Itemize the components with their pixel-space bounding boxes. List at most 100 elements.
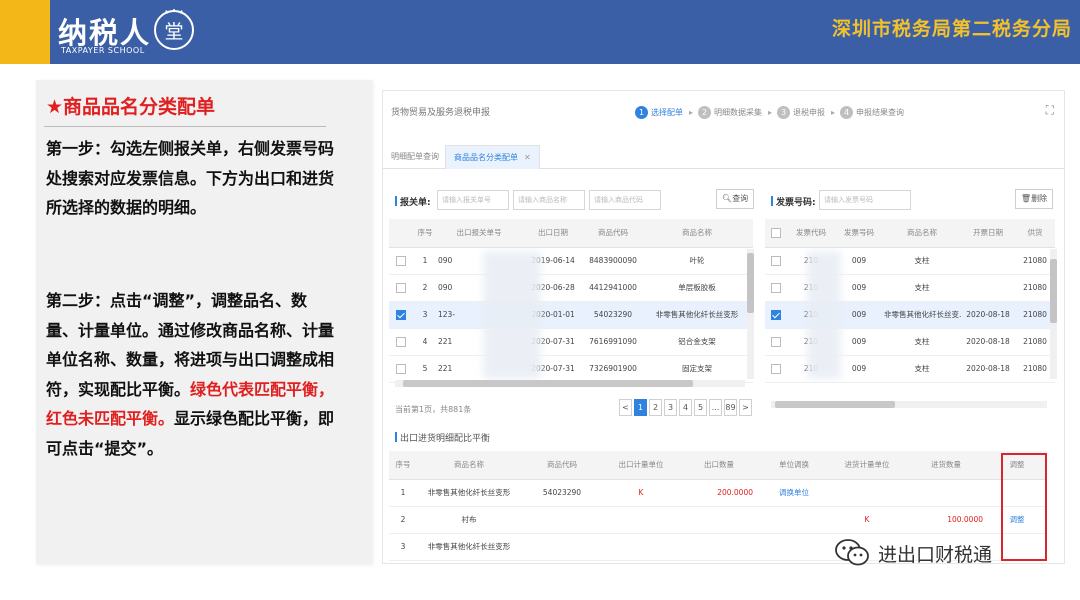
table-row[interactable]: 2 090 2020-06-28 4412941000 单层板胶板 <box>389 274 753 302</box>
tab-detail-query[interactable]: 明细配单查询 <box>383 145 447 169</box>
delete-button[interactable]: 🗑︎删除 <box>1015 189 1053 209</box>
step-label[interactable]: 申报结果查询 <box>856 107 904 118</box>
cell-no: 009 <box>835 355 883 383</box>
tab-product-category[interactable]: 商品品名分类配单 ✕ <box>445 145 540 169</box>
invoice-number-input[interactable]: 请输入发票号码 <box>819 190 911 210</box>
cell-name: 非零售其他化纤长丝变形 <box>641 301 753 329</box>
column-header[interactable]: 商品名称 <box>641 219 753 248</box>
column-header[interactable]: 开票日期 <box>961 219 1015 248</box>
cell-name: 叶轮 <box>641 247 753 275</box>
cell-date: 2020-08-18 <box>961 328 1015 356</box>
column-header: 序号 <box>389 451 417 480</box>
query-label: 查询 <box>732 194 749 203</box>
table-row[interactable]: 1 090 2019-06-14 8483900090 叶轮 <box>389 247 753 275</box>
cell-unit <box>603 506 679 534</box>
swap-unit-link[interactable] <box>759 533 829 561</box>
swap-unit-link[interactable] <box>759 506 829 534</box>
scrollbar-thumb[interactable] <box>747 253 754 313</box>
vertical-scrollbar[interactable] <box>1050 249 1057 379</box>
logo-seal-char: 堂 <box>164 21 183 43</box>
customs-number-input[interactable]: 请输入报关单号 <box>437 190 509 210</box>
scrollbar-thumb[interactable] <box>1050 259 1057 323</box>
row-checkbox[interactable] <box>771 336 781 347</box>
column-header: 出口数量 <box>679 451 759 480</box>
arrow-right-icon: ▸ <box>831 107 836 117</box>
query-button[interactable]: 🔍︎查询 <box>716 189 754 209</box>
swap-unit-link[interactable]: 调换单位 <box>759 479 829 507</box>
cell-name: 非零售其他化纤长丝变... <box>883 301 961 329</box>
column-header[interactable]: 商品代码 <box>585 219 641 248</box>
select-all-checkbox[interactable] <box>771 227 781 238</box>
step-two-text: 第二步：点击“调整”，调整品名、数量、计量单位。通过修改商品名称、计量单位名称、… <box>46 286 336 463</box>
row-checkbox[interactable] <box>771 282 781 293</box>
cell-unit <box>603 533 679 561</box>
invoice-label: 发票号码: <box>771 195 816 208</box>
row-checkbox[interactable] <box>771 363 781 374</box>
cell-name: 支柱 <box>883 247 961 275</box>
cell-qty <box>679 506 759 534</box>
page-button[interactable]: 4 <box>679 399 692 416</box>
row-checkbox[interactable] <box>396 282 406 293</box>
column-header: 进货计量单位 <box>829 451 905 480</box>
page-button[interactable]: 1 <box>634 399 647 416</box>
vertical-scrollbar[interactable] <box>747 249 754 379</box>
cell-no: 009 <box>835 301 883 329</box>
product-name-input[interactable]: 请输入商品名称 <box>513 190 585 210</box>
row-checkbox[interactable] <box>396 336 406 347</box>
progress-stepper: 1 选择配单 ▸ 2 明细数据采集 ▸ 3 退税申报 ▸ 4 申报结果查询 <box>635 104 910 120</box>
step-dot: 3 <box>777 105 791 119</box>
fullscreen-icon[interactable]: ⛶ <box>1046 103 1054 118</box>
next-page-button[interactable]: > <box>739 399 752 416</box>
cell-code: 54023290 <box>521 479 603 507</box>
adjust-column-highlight <box>1001 453 1047 561</box>
step-one-text: 第一步：勾选左侧报关单，右侧发票号码处搜索对应发票信息。下方为出口和进货所选择的… <box>46 139 335 217</box>
step-label[interactable]: 选择配单 <box>651 107 683 118</box>
prev-page-button[interactable]: < <box>619 399 632 416</box>
step-label[interactable]: 明细数据采集 <box>714 107 762 118</box>
cell-in-unit <box>829 479 905 507</box>
column-header[interactable]: 供货 <box>1015 219 1055 248</box>
table-row[interactable]: 5 221 2020-07-31 7326901900 固定支架 <box>389 355 753 383</box>
row-checkbox[interactable] <box>396 363 406 374</box>
horizontal-scrollbar[interactable] <box>395 380 745 387</box>
page-button[interactable]: 2 <box>649 399 662 416</box>
close-icon[interactable]: ✕ <box>524 153 531 162</box>
step-label[interactable]: 退税申报 <box>793 107 825 118</box>
horizontal-scrollbar[interactable] <box>771 401 1047 408</box>
cell-date <box>961 247 1015 275</box>
page-button[interactable]: 89 <box>724 399 737 416</box>
column-header[interactable]: 出口日期 <box>521 219 585 248</box>
cell-name: 固定支架 <box>641 355 753 383</box>
column-header[interactable]: 商品名称 <box>883 219 961 248</box>
column-header[interactable]: 发票代码 <box>787 219 835 248</box>
page-info: 当前第1页，共881条 <box>395 405 472 414</box>
cell-name: 单层板胶板 <box>641 274 753 302</box>
product-code-input[interactable]: 请输入商品代码 <box>589 190 661 210</box>
cell-in-unit: K <box>829 506 905 534</box>
table-row: 1 非零售其他化纤长丝变形 54023290 K 200.0000 调换单位 <box>389 479 1047 507</box>
page-button[interactable]: 5 <box>694 399 707 416</box>
cell-name: 支柱 <box>883 355 961 383</box>
cell-in-qty: 100.0000 <box>905 506 987 534</box>
logo: 纳税人 堂 TAXPAYER SCHOOL <box>58 4 208 60</box>
cell-code <box>521 506 603 534</box>
cell-seller: 21080 <box>1015 247 1055 275</box>
column-header[interactable]: 发票号码 <box>835 219 883 248</box>
cell-in-qty <box>905 479 987 507</box>
scrollbar-thumb[interactable] <box>403 380 693 387</box>
header-bar: 纳税人 堂 TAXPAYER SCHOOL 深圳市税务局第二税务分局 <box>0 0 1080 64</box>
column-header[interactable]: 出口报关单号 <box>437 219 521 248</box>
row-checkbox-checked[interactable] <box>396 309 406 320</box>
table-row[interactable]: 3 123- 2020-01-01 54023290 非零售其他化纤长丝变形 <box>389 301 753 329</box>
row-checkbox[interactable] <box>396 255 406 266</box>
row-checkbox[interactable] <box>771 255 781 266</box>
scrollbar-thumb[interactable] <box>775 401 895 408</box>
table-row[interactable]: 4 221 2020-07-31 7616991090 铝合金支架 <box>389 328 753 356</box>
column-header[interactable]: 序号 <box>413 219 437 248</box>
cell-no: 009 <box>835 274 883 302</box>
column-header: 单位调换 <box>759 451 829 480</box>
page-button[interactable]: 3 <box>664 399 677 416</box>
row-checkbox-checked[interactable] <box>771 309 781 320</box>
cell-no: 4 <box>413 328 437 356</box>
cell-qty: 200.0000 <box>679 479 759 507</box>
